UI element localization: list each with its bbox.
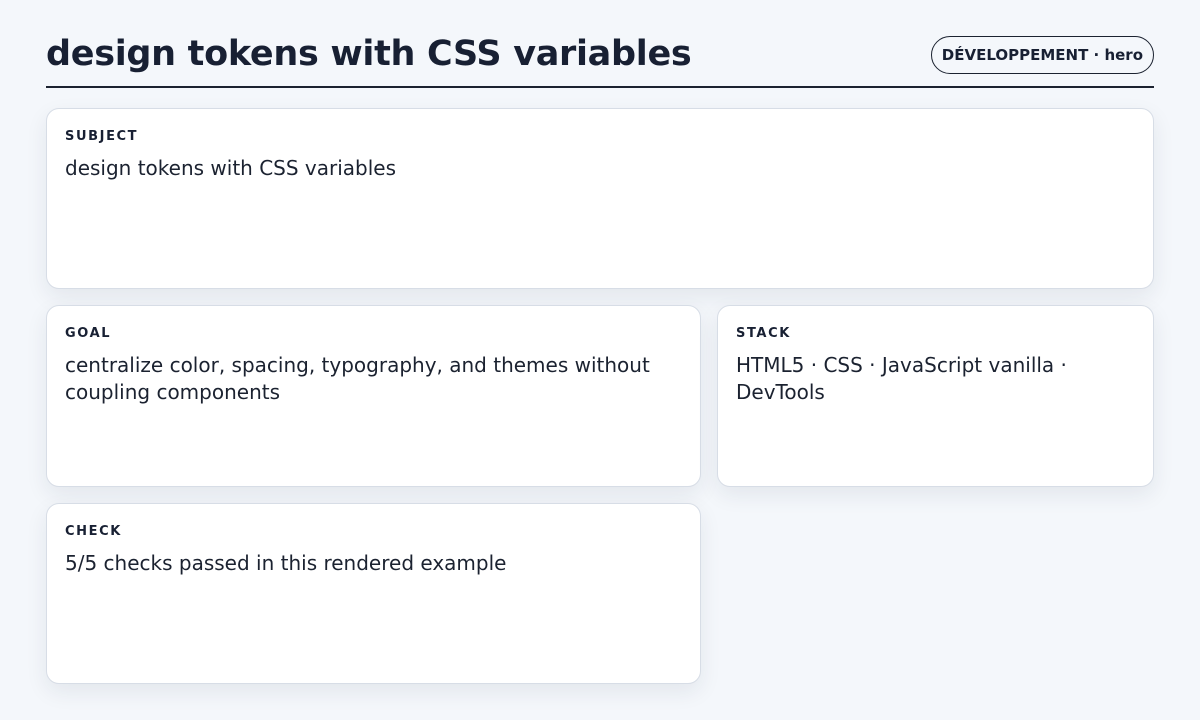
stack-card: STACK HTML5 · CSS · JavaScript vanilla ·… [717, 305, 1154, 487]
subject-value: design tokens with CSS variables [65, 156, 397, 180]
check-value: 5/5 checks passed in this rendered examp… [65, 551, 507, 575]
stack-label: STACK [736, 326, 791, 341]
goal-value: centralize color, spacing, typography, a… [65, 353, 650, 404]
page-title: design tokens with CSS variables [46, 34, 692, 74]
category-badge: DÉVELOPPEMENT · hero [930, 36, 1154, 74]
goal-label: GOAL [65, 326, 112, 341]
stack-value: HTML5 · CSS · JavaScript vanilla · DevTo… [736, 353, 1067, 404]
goal-card: GOAL centralize color, spacing, typograp… [46, 305, 701, 487]
subject-label: SUBJECT [65, 129, 139, 144]
check-card: CHECK 5/5 checks passed in this rendered… [46, 503, 701, 684]
subject-card: SUBJECT design tokens with CSS variables [46, 108, 1154, 289]
check-label: CHECK [65, 524, 122, 539]
page-header: design tokens with CSS variables DÉVELOP… [46, 30, 1154, 88]
